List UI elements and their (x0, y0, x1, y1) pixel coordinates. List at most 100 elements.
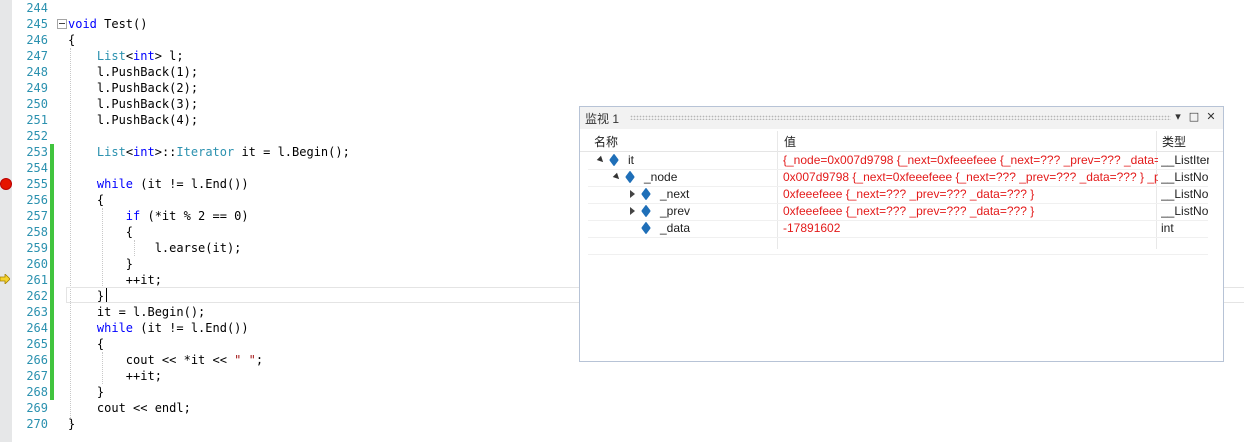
code-text[interactable]: cout << endl; (68, 400, 191, 416)
code-text[interactable]: { (68, 224, 133, 240)
object-icon (609, 153, 619, 167)
code-text[interactable]: ++it; (68, 272, 162, 288)
change-marker (50, 272, 54, 288)
change-marker (50, 240, 54, 256)
watch-row[interactable]: _prev 0xfeeefeee {_next=??? _prev=??? _da… (588, 203, 1208, 221)
code-text[interactable]: cout << *it << " "; (68, 352, 263, 368)
column-name-header[interactable]: 名称 (594, 133, 618, 150)
object-icon (641, 221, 651, 235)
code-text[interactable]: } (68, 416, 75, 432)
code-text[interactable]: void Test() (68, 16, 147, 32)
watch-value[interactable]: -17891602 (783, 220, 1158, 237)
code-line[interactable]: 249 l.PushBack(2); (0, 80, 1244, 96)
watch-row[interactable]: it {_node=0x007d9798 {_next=0xfeeefeee {_… (588, 152, 1209, 170)
code-text[interactable]: { (68, 336, 104, 352)
code-text[interactable]: while (it != l.End()) (68, 320, 249, 336)
watch-name[interactable]: _data (660, 220, 690, 237)
line-number: 257 (26, 209, 48, 223)
watch-column-header: 名称 值 类型 (580, 131, 1223, 152)
code-text[interactable]: } (68, 288, 104, 304)
empty-watch-row[interactable] (588, 237, 1208, 255)
code-line[interactable]: 269 cout << endl; (0, 400, 1244, 416)
change-marker (50, 192, 54, 208)
line-number: 252 (26, 129, 48, 143)
expand-arrow-icon[interactable] (630, 207, 635, 215)
watch-name[interactable]: _prev (660, 203, 690, 220)
line-number: 244 (26, 1, 48, 15)
watch-row[interactable]: _next 0xfeeefeee {_next=??? _prev=??? _da… (588, 186, 1208, 204)
line-number: 251 (26, 113, 48, 127)
change-marker (50, 256, 54, 272)
watch-name[interactable]: it (628, 152, 634, 169)
line-number: 255 (26, 177, 48, 191)
line-number: 256 (26, 193, 48, 207)
watch-value[interactable]: 0x007d9798 {_next=0xfeeefeee {_next=??? … (783, 169, 1158, 186)
code-text[interactable]: } (68, 256, 133, 272)
line-number: 269 (26, 401, 48, 415)
watch-value[interactable]: 0xfeeefeee {_next=??? _prev=??? _data=??… (783, 203, 1158, 220)
line-number: 265 (26, 337, 48, 351)
line-number: 261 (26, 273, 48, 287)
watch-type: __ListIter (1161, 153, 1209, 167)
collapse-icon[interactable] (57, 19, 67, 29)
change-marker (50, 352, 54, 368)
watch-name[interactable]: _next (660, 186, 689, 203)
object-icon (625, 170, 635, 184)
dropdown-arrow-icon[interactable]: ▾ (1171, 110, 1185, 124)
watch-value[interactable]: {_node=0x007d9798 {_next=0xfeeefeee {_ne… (783, 152, 1158, 169)
watch-value[interactable]: 0xfeeefeee {_next=??? _prev=??? _data=??… (783, 186, 1158, 203)
code-text[interactable]: l.PushBack(3); (68, 96, 198, 112)
line-number: 248 (26, 65, 48, 79)
code-line[interactable]: 247 List<int> l; (0, 48, 1244, 64)
code-text[interactable]: { (68, 32, 75, 48)
code-text[interactable]: } (68, 384, 104, 400)
column-type-header[interactable]: 类型 (1162, 133, 1186, 150)
change-marker (50, 224, 54, 240)
line-number: 245 (26, 17, 48, 31)
line-number: 250 (26, 97, 48, 111)
code-text[interactable]: { (68, 192, 104, 208)
watch-type: __ListNo (1161, 170, 1209, 184)
line-number: 266 (26, 353, 48, 367)
change-marker (50, 208, 54, 224)
code-text[interactable]: l.PushBack(2); (68, 80, 198, 96)
code-text[interactable]: ++it; (68, 368, 162, 384)
code-text[interactable]: l.PushBack(4); (68, 112, 198, 128)
code-line[interactable]: 268 } (0, 384, 1244, 400)
column-value-header[interactable]: 值 (784, 133, 796, 150)
code-text[interactable]: List<int>::Iterator it = l.Begin(); (68, 144, 350, 160)
line-number: 262 (26, 289, 48, 303)
title-grip[interactable] (630, 115, 1171, 120)
watch-row[interactable]: _data -17891602 int (588, 220, 1208, 238)
close-icon[interactable]: ✕ (1204, 110, 1218, 124)
line-number: 249 (26, 81, 48, 95)
code-line[interactable]: 248 l.PushBack(1); (0, 64, 1244, 80)
code-line[interactable]: 244 (0, 0, 1244, 16)
watch-row[interactable]: _node 0x007d9798 {_next=0xfeeefeee {_next… (588, 169, 1208, 187)
object-icon (641, 187, 651, 201)
watch-window[interactable]: 监视 1 ▾ □ ✕ 名称 值 类型 it {_node=0x007d9798 {… (579, 106, 1224, 362)
expand-arrow-icon[interactable] (630, 190, 635, 198)
watch-name[interactable]: _node (644, 169, 677, 186)
change-marker (50, 144, 54, 160)
line-number: 264 (26, 321, 48, 335)
watch-type: __ListNo (1161, 204, 1209, 218)
watch-title-bar[interactable]: 监视 1 ▾ □ ✕ (580, 107, 1223, 129)
code-line[interactable]: 270} (0, 416, 1244, 432)
line-number: 259 (26, 241, 48, 255)
collapse-arrow-icon[interactable] (596, 155, 606, 165)
code-text[interactable]: while (it != l.End()) (68, 176, 249, 192)
code-line[interactable]: 267 ++it; (0, 368, 1244, 384)
code-line[interactable]: 245 void Test() (0, 16, 1244, 32)
code-line[interactable]: 246 { (0, 32, 1244, 48)
watch-type: __ListNo (1161, 187, 1209, 201)
code-text[interactable]: if (*it % 2 == 0) (68, 208, 249, 224)
line-number: 246 (26, 33, 48, 47)
code-text[interactable]: l.PushBack(1); (68, 64, 198, 80)
collapse-arrow-icon[interactable] (612, 172, 622, 182)
code-text[interactable]: l.earse(it); (68, 240, 242, 256)
line-number: 260 (26, 257, 48, 271)
code-text[interactable]: List<int> l; (68, 48, 184, 64)
code-text[interactable]: it = l.Begin(); (68, 304, 205, 320)
maximize-icon[interactable]: □ (1187, 110, 1201, 124)
